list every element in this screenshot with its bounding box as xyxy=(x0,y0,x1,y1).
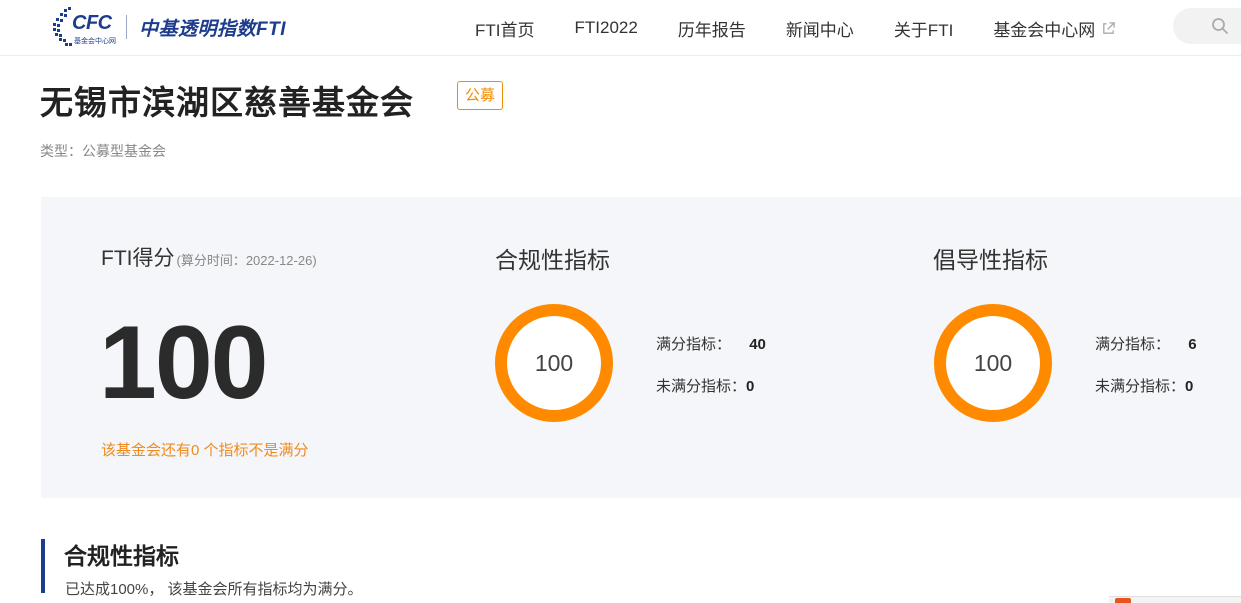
public-fundraising-badge: 公募 xyxy=(457,81,504,110)
nav-item-foundation-center-label: 基金会中心网 xyxy=(993,20,1096,40)
corner-toolbar-icon xyxy=(1115,598,1131,603)
corner-toolbar[interactable] xyxy=(1109,596,1241,603)
advocacy-metric-title: 倡导性指标 xyxy=(933,247,1048,273)
logo-subtext: 基金会中心网 xyxy=(74,38,116,45)
advocacy-full-label: 满分指标： xyxy=(1095,336,1171,353)
nav-item-foundation-center[interactable]: 基金会中心网 xyxy=(993,16,1116,41)
compliance-not-full-stat: 未满分指标：0 xyxy=(656,375,754,396)
nav-item-about[interactable]: 关于FTI xyxy=(894,16,954,41)
compliance-full-count: 40 xyxy=(749,336,766,353)
page-title: 无锡市滨湖区慈善基金会 xyxy=(40,84,414,121)
site-logo[interactable]: CFC 基金会中心网 中基透明指数FTI xyxy=(50,6,286,48)
fti-score-title: FTI得分 xyxy=(101,247,175,270)
cfc-logo-icon: CFC 基金会中心网 xyxy=(50,7,116,47)
foundation-type: 类型：公募型基金会 xyxy=(40,143,166,159)
nav-item-home[interactable]: FTI首页 xyxy=(475,16,535,41)
compliance-metric-title: 合规性指标 xyxy=(495,247,610,273)
external-link-icon xyxy=(1103,21,1116,34)
logo-divider xyxy=(126,15,127,39)
advocacy-not-full-stat: 未满分指标：0 xyxy=(1095,375,1193,396)
advocacy-not-full-label: 未满分指标： xyxy=(1095,378,1186,395)
fti-score-value: 100 xyxy=(99,305,269,421)
logo-title: 中基透明指数FTI xyxy=(139,18,286,40)
advocacy-ring: 100 xyxy=(933,303,1053,423)
logo-cfc-text: CFC xyxy=(72,12,112,34)
advocacy-ring-value: 100 xyxy=(973,349,1013,376)
compliance-not-full-count: 0 xyxy=(746,378,755,395)
advocacy-not-full-count: 0 xyxy=(1185,378,1194,395)
compliance-section-desc: 已达成100%， 该基金会所有指标均为满分。 xyxy=(65,581,363,598)
nav-item-reports[interactable]: 历年报告 xyxy=(678,16,746,41)
fti-score-label: FTI得分 (算分时间：2022-12-26) xyxy=(101,242,317,272)
search-icon[interactable] xyxy=(1211,17,1229,35)
nav-item-news[interactable]: 新闻中心 xyxy=(786,16,854,41)
advocacy-full-stat: 满分指标： 6 xyxy=(1095,333,1197,354)
advocacy-full-count: 6 xyxy=(1188,336,1197,353)
section-accent-bar xyxy=(41,539,45,593)
compliance-full-stat: 满分指标： 40 xyxy=(656,333,766,354)
compliance-section-title: 合规性指标 xyxy=(64,543,179,569)
nav-item-fti2022[interactable]: FTI2022 xyxy=(575,18,638,38)
score-note: 该基金会还有0 个指标不是满分 xyxy=(101,442,309,459)
compliance-full-label: 满分指标： xyxy=(656,336,732,353)
score-time: (算分时间：2022-12-26) xyxy=(176,253,317,268)
compliance-ring: 100 xyxy=(494,303,614,423)
main-nav: FTI首页 FTI2022 历年报告 新闻中心 关于FTI 基金会中心网 xyxy=(455,0,1136,56)
top-header: CFC 基金会中心网 中基透明指数FTI FTI首页 FTI2022 历年报告 … xyxy=(0,0,1241,56)
compliance-not-full-label: 未满分指标： xyxy=(656,378,747,395)
search-input[interactable] xyxy=(1173,8,1241,44)
compliance-ring-value: 100 xyxy=(534,349,574,376)
score-panel: FTI得分 (算分时间：2022-12-26) 100 该基金会还有0 个指标不是… xyxy=(41,197,1241,498)
